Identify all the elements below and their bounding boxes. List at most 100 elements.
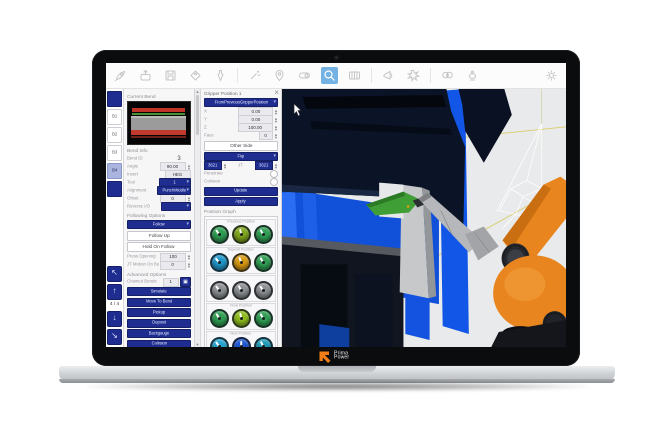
axis-gauge-1-0 <box>210 253 229 272</box>
punch-tool-icon[interactable] <box>212 67 229 84</box>
jt-motion-input[interactable]: 0 <box>160 261 186 270</box>
field-bend-id: Bend ID 3 <box>127 155 191 162</box>
bend-item-B2[interactable]: B2 <box>107 127 122 143</box>
main-toolbar <box>106 63 566 89</box>
chained-bends-input[interactable]: 1 <box>163 278 179 287</box>
y-stepper[interactable]: ▲▼ <box>274 117 278 123</box>
penetrate-radio[interactable] <box>270 170 278 178</box>
face-input[interactable]: 0 <box>259 131 273 140</box>
jt-row: 3621 ▲▼ JT 3621 ▲▼ <box>204 162 278 169</box>
last-bend-button[interactable]: ↘ <box>107 329 122 345</box>
graph-row-next-position: Next Position <box>206 331 276 347</box>
close-icon[interactable]: × <box>274 89 279 97</box>
panel-title: Current Bend <box>127 94 191 100</box>
field-invert: Invert HEG <box>127 171 191 178</box>
action-pickup[interactable]: Pickup <box>127 308 191 317</box>
action-deposit[interactable]: Deposit <box>127 319 191 328</box>
reverse-io-dropdown[interactable] <box>161 202 191 211</box>
bend-action-buttons: Simulate Move To BendPickup DepositBackgau… <box>127 287 191 347</box>
follow-up-button[interactable]: Follow Up <box>127 231 191 241</box>
flip-dropdown[interactable]: Flip <box>204 152 278 161</box>
machine-block-2 <box>355 274 392 347</box>
offset-stepper[interactable]: ▲▼ <box>187 196 191 202</box>
field-angle: Angle 90.00 ▲▼ <box>127 163 191 170</box>
battery-icon[interactable] <box>296 67 313 84</box>
jt-left-stepper[interactable]: ▲▼ <box>223 163 227 169</box>
lamp-icon[interactable] <box>464 67 481 84</box>
field-press-opening: Press Opening 100 ▲▼ <box>127 254 191 261</box>
bend-preview-sheet <box>132 113 185 115</box>
bend-preview-punch <box>131 116 186 130</box>
jt-right-stepper[interactable]: ▲▼ <box>274 163 278 169</box>
section-following-options: Following Options <box>127 213 191 219</box>
axis-gauge-0-0 <box>210 225 229 244</box>
scroll-down-icon[interactable]: ▼ <box>196 342 200 347</box>
z-stepper[interactable]: ▲▼ <box>274 125 278 131</box>
scroll-thumb[interactable] <box>196 95 199 135</box>
x-stepper[interactable]: ▲▼ <box>274 109 278 115</box>
other-side-button[interactable]: Other Side <box>204 141 278 151</box>
axis-gauge-1-1 <box>232 253 251 272</box>
gripper-action-apply[interactable]: Apply <box>204 197 278 206</box>
tag-icon[interactable] <box>187 67 204 84</box>
hold-on-follow-button[interactable]: Hold On Follow <box>127 242 191 252</box>
robot-config-button[interactable]: ▣ <box>180 277 191 287</box>
follow-mode-dropdown[interactable]: Follow <box>127 220 191 229</box>
field-offset: Offset 0 ▲▼ <box>127 195 191 202</box>
action-backgauge[interactable]: Backgauge <box>127 329 191 338</box>
bend-item-0[interactable] <box>107 91 122 107</box>
axis-gauge-1-2 <box>254 253 273 272</box>
collision-row: Collision <box>204 178 278 185</box>
current-bend-panel: Current Bend Bend Info Bend ID 3 <box>124 89 195 347</box>
axis-row-z: Z 100.00 ▲▼ <box>204 124 278 131</box>
axis-gauge-0-1 <box>232 225 251 244</box>
toolbar-separator <box>371 68 372 83</box>
bend-item-B3[interactable]: B3 <box>107 145 122 161</box>
save-icon[interactable] <box>162 67 179 84</box>
gripper-pin <box>407 205 410 208</box>
action-simulate[interactable]: Simulate <box>127 287 191 296</box>
action-move-to-bend[interactable]: Move To Bend <box>127 298 191 307</box>
location-pin-icon[interactable] <box>271 67 288 84</box>
brain-icon[interactable] <box>439 67 456 84</box>
axis-gauge-3-2 <box>254 309 273 328</box>
zoom-icon[interactable] <box>321 67 338 84</box>
axis-gauge-2-1 <box>232 281 251 300</box>
press-opening-stepper[interactable]: ▲▼ <box>187 254 191 260</box>
alignment-dropdown[interactable]: PunchMiddle <box>157 186 191 195</box>
bend-preview-base <box>131 136 186 138</box>
axis-gauge-4-1 <box>232 337 251 347</box>
scroll-up-icon[interactable]: ▲ <box>196 89 200 94</box>
bend-item-5[interactable] <box>107 181 122 197</box>
bend-preview-die-lower <box>131 130 186 135</box>
face-row: Face 0 ▲▼ <box>204 132 278 139</box>
jt-left-input[interactable]: 3621 <box>204 161 222 170</box>
settings-icon[interactable] <box>543 67 560 84</box>
3d-viewport[interactable] <box>282 89 566 347</box>
angle-stepper[interactable]: ▲▼ <box>187 164 191 170</box>
next-bend-button[interactable]: ↓ <box>107 311 122 327</box>
webcam-icon <box>335 56 338 59</box>
bend-item-B1[interactable]: B1 <box>107 109 122 125</box>
jt-right-input[interactable]: 3621 <box>255 161 273 170</box>
magic-wand-icon[interactable] <box>246 67 263 84</box>
bend-list: B1B2B3B4↖↑4 / 4↓↘ <box>106 89 124 347</box>
jt-motion-stepper[interactable]: ▲▼ <box>187 262 191 268</box>
gripper-action-update[interactable]: Update <box>204 187 278 196</box>
axis-gauge-4-0 <box>210 337 229 347</box>
launch-icon[interactable] <box>112 67 129 84</box>
first-bend-button[interactable]: ↖ <box>107 266 122 282</box>
face-stepper[interactable]: ▲▼ <box>274 133 278 139</box>
axis-gauge-3-1 <box>232 309 251 328</box>
bend-item-B4[interactable]: B4 <box>107 163 122 179</box>
collision-radio[interactable] <box>270 178 278 186</box>
import-icon[interactable] <box>137 67 154 84</box>
spark-icon[interactable] <box>405 67 422 84</box>
toolbar-separator <box>237 68 238 83</box>
previous-bend-button[interactable]: ↑ <box>107 284 122 300</box>
axis-gauge-0-2 <box>254 225 273 244</box>
gripper-mode-dropdown[interactable]: FromPreviousGripperPosition <box>204 98 278 107</box>
megaphone-icon[interactable] <box>380 67 397 84</box>
film-strip-icon[interactable] <box>346 67 363 84</box>
action-collision[interactable]: Collision <box>127 340 191 348</box>
